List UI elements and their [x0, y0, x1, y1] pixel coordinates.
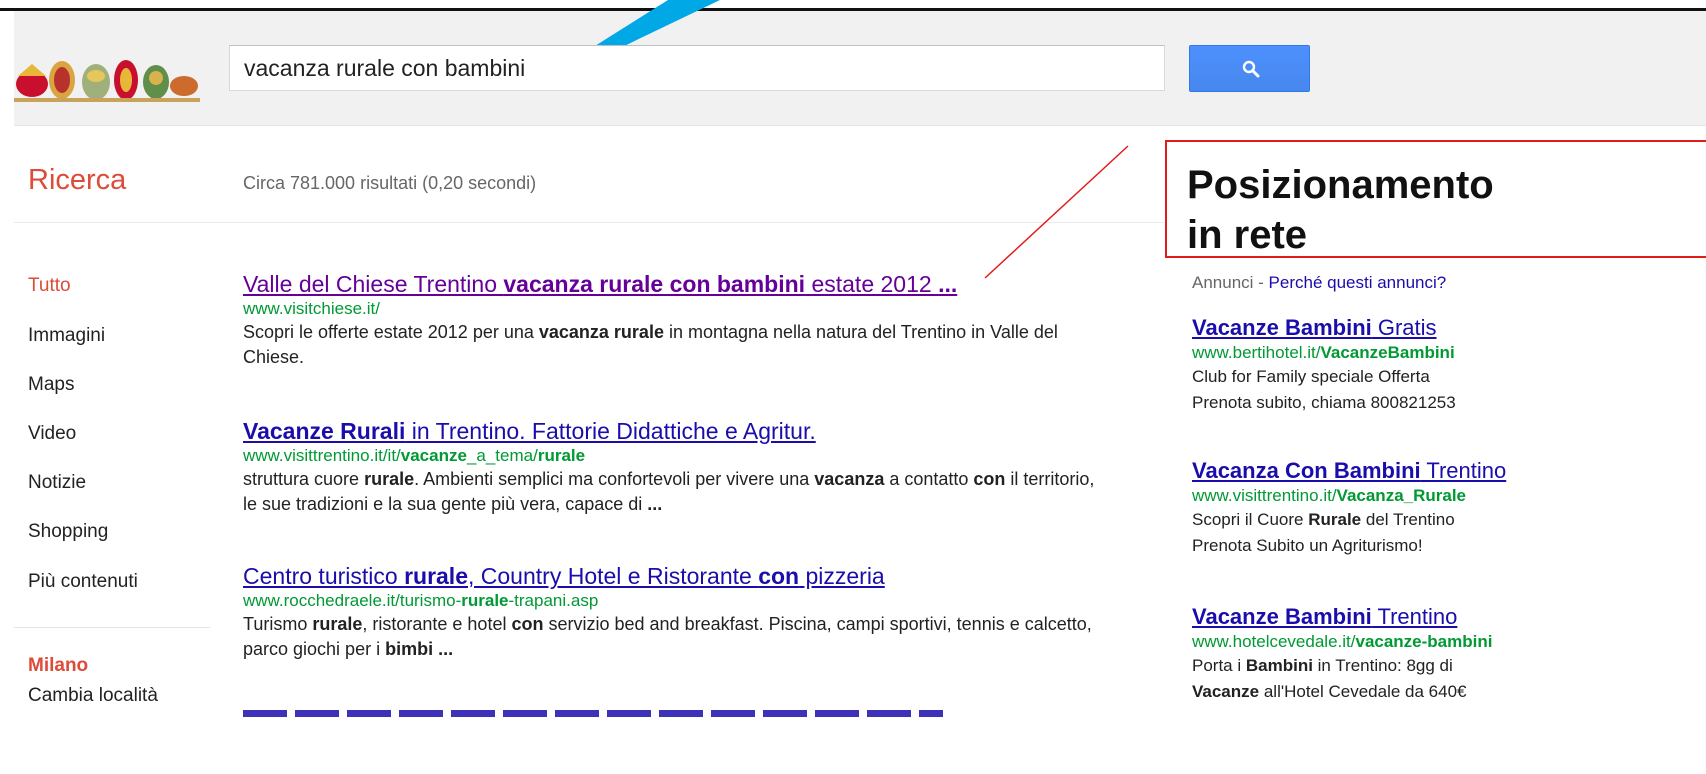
ad-title-link[interactable]: Vacanze Bambini Trentino — [1192, 603, 1706, 631]
callout-line-1: Posizionamento — [1187, 163, 1494, 207]
search-result: Vacanze Rurali in Trentino. Fattorie Did… — [243, 417, 1103, 517]
result-snippet: struttura cuore rurale. Ambienti semplic… — [243, 469, 1095, 514]
why-these-ads-link[interactable]: Perché questi annunci? — [1269, 273, 1447, 292]
divider — [14, 222, 1164, 223]
truncated-result — [243, 703, 943, 717]
nav-item-tutto[interactable]: Tutto — [28, 275, 71, 297]
logo-image[interactable] — [14, 46, 200, 106]
search-result: Valle del Chiese Trentino vacanza rurale… — [243, 270, 1103, 370]
nav-divider — [14, 627, 210, 628]
ad-item: Vacanza Con Bambini Trentino www.visittr… — [1192, 457, 1706, 559]
callout-text: Posizionamento in rete — [1187, 160, 1494, 260]
nav-item-notizie[interactable]: Notizie — [28, 472, 86, 494]
ad-text-line: Prenota Subito un Agriturismo! — [1192, 536, 1423, 555]
location-city: Milano — [28, 655, 89, 676]
search-icon — [1242, 60, 1260, 78]
ad-item: Vacanze Bambini Gratis www.bertihotel.it… — [1192, 314, 1706, 416]
search-input[interactable]: vacanza rurale con bambini — [229, 45, 1165, 91]
change-location-link[interactable]: Cambia località — [28, 685, 158, 707]
ad-text-line: Club for Family speciale Offerta — [1192, 367, 1430, 386]
nav-item-piu-contenuti[interactable]: Più contenuti — [28, 571, 138, 593]
nav-item-shopping[interactable]: Shopping — [28, 521, 108, 543]
result-title-link[interactable]: Centro turistico rurale, Country Hotel e… — [243, 562, 1103, 590]
ad-url: www.bertihotel.it/VacanzeBambini — [1192, 343, 1455, 362]
ad-url: www.hotelcevedale.it/vacanze-bambini — [1192, 632, 1493, 651]
annotation-callout: Posizionamento in rete — [1165, 140, 1706, 258]
result-stats: Circa 781.000 risultati (0,20 secondi) — [243, 173, 537, 193]
nav-item-video[interactable]: Video — [28, 423, 76, 445]
ads-header: Annunci - Perché questi annunci? — [1192, 273, 1446, 293]
callout-line-2: in rete — [1187, 213, 1308, 257]
search-button[interactable] — [1189, 45, 1310, 92]
ad-url: www.visittrentino.it/Vacanza_Rurale — [1192, 486, 1467, 505]
section-title: Ricerca — [28, 164, 127, 196]
ad-text-line: Prenota subito, chiama 800821253 — [1192, 393, 1456, 412]
result-snippet: Turismo rurale, ristorante e hotel con s… — [243, 614, 1092, 659]
nav-item-maps[interactable]: Maps — [28, 374, 74, 396]
ad-title-link[interactable]: Vacanze Bambini Gratis — [1192, 314, 1706, 342]
result-title-link[interactable]: Vacanze Rurali in Trentino. Fattorie Did… — [243, 417, 1103, 445]
result-snippet: Scopri le offerte estate 2012 per una va… — [243, 322, 1058, 367]
ad-item: Vacanze Bambini Trentino www.hotelceveda… — [1192, 603, 1706, 705]
ad-title-link[interactable]: Vacanza Con Bambini Trentino — [1192, 457, 1706, 485]
result-url: www.visitchiese.it/ — [243, 299, 380, 318]
ad-text-line: Scopri il Cuore Rurale del Trentino — [1192, 510, 1455, 529]
nav-item-immagini[interactable]: Immagini — [28, 325, 105, 347]
result-url: www.rocchedraele.it/turismo-rurale-trapa… — [243, 591, 599, 610]
search-result: Centro turistico rurale, Country Hotel e… — [243, 562, 1103, 662]
ad-text-line: Porta i Bambini in Trentino: 8gg di — [1192, 656, 1453, 675]
result-url: www.visittrentino.it/it/vacanze_a_tema/r… — [243, 446, 586, 465]
ads-label: Annunci - — [1192, 273, 1269, 292]
result-title-link[interactable]: Valle del Chiese Trentino vacanza rurale… — [243, 270, 1103, 298]
ad-text-line: Vacanze all'Hotel Cevedale da 640€ — [1192, 682, 1467, 701]
